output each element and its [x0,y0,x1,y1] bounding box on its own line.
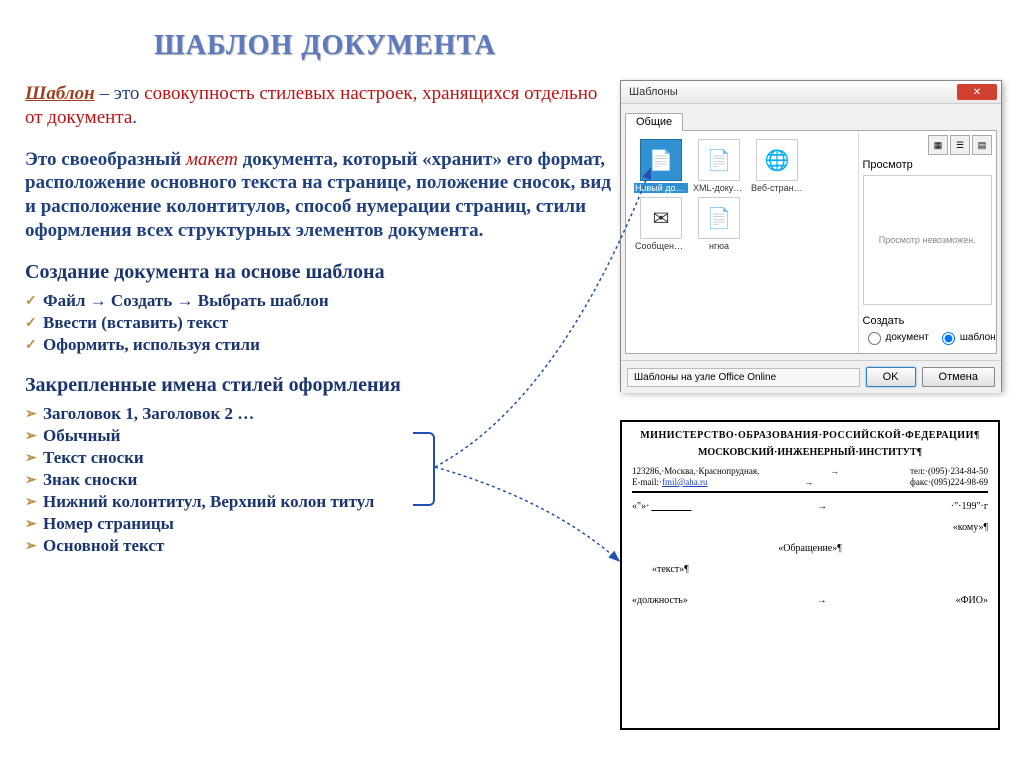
definition-paragraph-1: Шаблон – это совокупность стилевых настр… [25,82,615,130]
doc-dolzh: «должность» [632,595,688,606]
doc-email-link[interactable]: fmil@aha.ru [662,477,708,487]
view-toolbar: ▦ ☰ ▤ [863,135,993,155]
item-label: XML-докум... [692,183,746,193]
close-button[interactable]: ✕ [957,84,997,100]
item-label: нгюа [692,241,746,251]
template-item-email[interactable]: ✉ Сообщение электрон... [634,197,688,251]
arrow-icon: → [804,477,813,487]
doc-icon: 📄 [698,197,740,239]
dialog-footer: Шаблоны на узле Office Online OK Отмена [621,360,1001,393]
templates-dialog: Шаблоны ✕ Общие 📄 Новый документ 📄 XML-д… [620,80,1002,392]
mail-icon: ✉ [640,197,682,239]
web-icon: 🌐 [756,139,798,181]
dialog-title: Шаблоны [625,86,957,98]
style-item: Основной текст [25,535,615,557]
radio-document[interactable]: документ [863,329,929,345]
para2-a: Это своеобразный [25,149,186,170]
doc-icon: 📄 [640,139,682,181]
radio-template-label: шаблон [960,332,996,343]
ok-button[interactable]: OK [866,367,916,387]
definition-paragraph-2: Это своеобразный макет документа, которы… [25,148,615,243]
doc-text-line: «текст»¶ [632,564,988,575]
preview-panel: ▦ ☰ ▤ Просмотр Просмотр невозможен. Созд… [858,131,997,353]
view-large-icons-button[interactable]: ▦ [928,135,948,155]
office-online-link[interactable]: Шаблоны на узле Office Online [627,368,860,387]
doc-komu: «кому»¶ [632,522,988,533]
cancel-button[interactable]: Отмена [922,367,995,387]
style-item: Номер страницы [25,513,615,535]
dialog-titlebar: Шаблоны ✕ [621,81,1001,104]
view-details-button[interactable]: ▤ [972,135,992,155]
steps-list: Файл → Создать → Выбрать шаблон Ввести (… [25,290,615,356]
doc-fio: «ФИО» [956,595,988,606]
view-list-button[interactable]: ☰ [950,135,970,155]
doc-institute: МОСКОВСКИЙ·ИНЖЕНЕРНЫЙ·ИНСТИТУТ¶ [632,447,988,458]
doc-address: 123286,·Москва,·Краснопрудная, [632,466,759,476]
radio-document-input[interactable] [868,332,881,345]
doc-divider [632,491,988,493]
definition-term: Шаблон [25,83,95,104]
arrow-icon: → [830,466,839,476]
item-label: Сообщение электрон... [634,241,688,251]
definition-period: . [132,107,137,128]
style-item: Заголовок 1, Заголовок 2 … [25,403,615,425]
doc-email-label: E-mail:· [632,477,662,487]
style-item: Текст сноски [25,447,615,469]
definition-intro: – это [95,83,144,104]
create-section: Создать документ шаблон [863,315,993,345]
arrow-icon: → [693,501,950,512]
doc-date-right: ·"·199"·г [951,501,988,512]
doc-obr: «Обращение»¶ [632,543,988,554]
doc-contact-row-1: 123286,·Москва,·Краснопрудная, → тел:·(0… [632,466,988,476]
step-item: Файл → Создать → Выбрать шаблон [25,290,615,312]
style-item: Знак сноски [25,469,615,491]
create-label: Создать [863,315,993,327]
arrow-icon: → [817,595,827,606]
para2-b: макет [186,149,238,170]
styles-list: Заголовок 1, Заголовок 2 … Обычный Текст… [25,403,615,557]
template-item-web[interactable]: 🌐 Веб-страница [750,139,804,193]
doc-date-left: «"»· [632,501,649,512]
section-title-creation: Создание документа на основе шаблона [25,261,615,284]
radio-template[interactable]: шаблон [937,329,996,345]
step-item: Ввести (вставить) текст [25,312,615,334]
doc-fax: факс·(095)224-98-69 [910,477,988,487]
style-item: Обычный [25,425,615,447]
preview-label: Просмотр [863,159,993,171]
doc-tel: тел:·(095)·234-84-50 [910,466,988,476]
doc-date-line: «"»· ________ → ·"·199"·г [632,501,988,512]
template-item-xml[interactable]: 📄 XML-докум... [692,139,746,193]
template-item-custom[interactable]: 📄 нгюа [692,197,746,251]
doc-text: «текст»¶ [652,564,689,575]
radio-document-label: документ [886,332,929,343]
arrow-icon: ________ [651,501,691,512]
step-item: Оформить, используя стили [25,334,615,356]
document-preview: МИНИСТЕРСТВО·ОБРАЗОВАНИЯ·РОССИЙСКОЙ·ФЕДЕ… [620,420,1000,730]
item-label: Новый документ [634,183,688,193]
radio-template-input[interactable] [942,332,955,345]
template-item-new-doc[interactable]: 📄 Новый документ [634,139,688,193]
page-title: ШАБЛОН ДОКУМЕНТА [25,30,625,62]
template-items-area: 📄 Новый документ 📄 XML-докум... 🌐 Веб-ст… [626,131,858,353]
doc-bottom-row: «должность» → «ФИО» [632,595,988,606]
preview-box: Просмотр невозможен. [863,175,993,305]
tab-bar: Общие [625,108,997,131]
item-label: Веб-страница [750,183,804,193]
section-title-styles: Закрепленные имена стилей оформления [25,374,615,397]
doc-ministry: МИНИСТЕРСТВО·ОБРАЗОВАНИЯ·РОССИЙСКОЙ·ФЕДЕ… [632,430,988,441]
brace-decoration [413,432,435,506]
doc-icon: 📄 [698,139,740,181]
tab-general[interactable]: Общие [625,113,683,131]
style-item: Нижний колонтитул, Верхний колон титул [25,491,615,513]
doc-contact-row-2: E-mail:·fmil@aha.ru → факс·(095)224-98-6… [632,477,988,487]
